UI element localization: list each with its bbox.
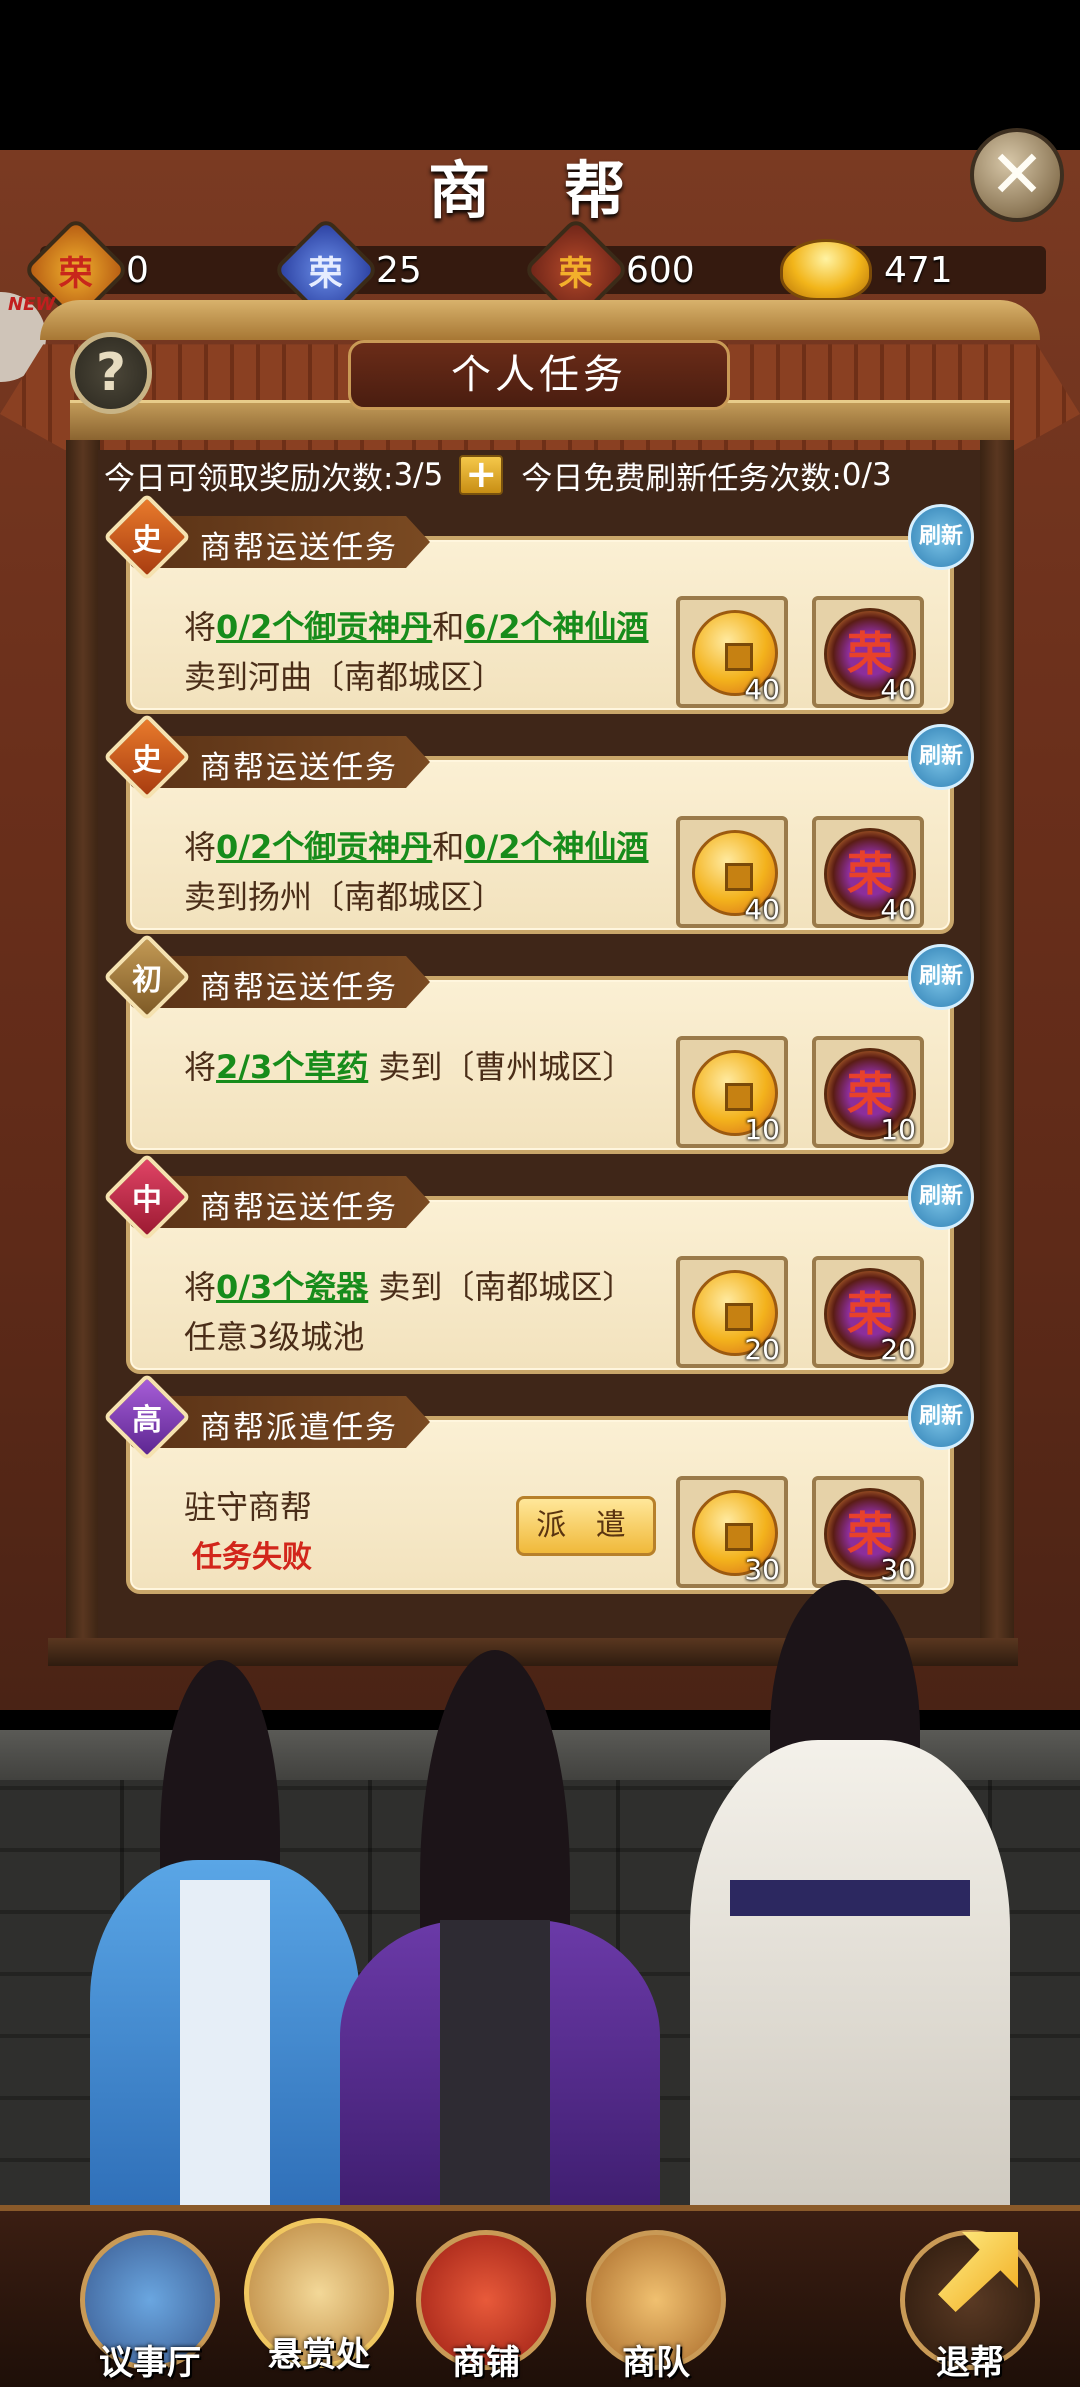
task-desc-line1: 将2/3个草药 卖到〔曹州城区〕 — [184, 1048, 635, 1086]
reward-coin[interactable]: 10 — [676, 1036, 788, 1148]
task-item-progress: 6/2个神仙酒 — [464, 608, 649, 646]
refresh-button[interactable]: 刷新 — [908, 504, 974, 570]
character-purple-robe — [320, 1620, 680, 2210]
task-desc-line1: 将0/3个瓷器 卖到〔南都城区〕 — [184, 1268, 635, 1306]
currency-value: 25 — [376, 249, 422, 291]
top-black-bar — [0, 0, 1080, 160]
reward-honor[interactable]: 荣 40 — [812, 596, 924, 708]
nav-bounty[interactable]: 悬赏处 — [244, 2218, 394, 2375]
task-item-progress: 0/3个瓷器 — [216, 1268, 369, 1306]
task-desc-line2: 任意3级城池 — [184, 1318, 365, 1356]
nav-label: 退帮 — [936, 2343, 1004, 2383]
roof-ridge — [40, 300, 1040, 340]
nav-leave-guild[interactable]: 退帮 — [900, 2230, 1040, 2383]
board-post-left — [66, 440, 100, 1640]
gold-ingot-icon — [780, 239, 872, 301]
board-post-right — [980, 440, 1014, 1640]
task-status-failed: 任务失败 — [192, 1540, 312, 1575]
refresh-button[interactable]: 刷新 — [908, 724, 974, 790]
nav-council-hall[interactable]: 议事厅 — [80, 2230, 220, 2383]
reward-honor[interactable]: 荣 20 — [812, 1256, 924, 1368]
reward-coin[interactable]: 20 — [676, 1256, 788, 1368]
character-white-robe — [680, 1560, 1020, 2210]
reward-honor[interactable]: 荣 10 — [812, 1036, 924, 1148]
currency-value: 471 — [884, 249, 953, 291]
refresh-button[interactable]: 刷新 — [908, 944, 974, 1010]
refresh-button[interactable]: 刷新 — [908, 1164, 974, 1230]
task-desc-line1: 将0/2个御贡神丹和6/2个神仙酒 — [184, 608, 649, 646]
add-reward-count-button[interactable]: + — [459, 455, 504, 495]
free-refresh-value: 0/3 — [841, 457, 892, 493]
task-item-progress: 0/2个神仙酒 — [464, 828, 649, 866]
nav-label: 商队 — [622, 2343, 690, 2383]
daily-info-row: 今日可领取奖励次数: 3/5 + 今日免费刷新任务次数: 0/3 — [104, 452, 974, 498]
dispatch-button[interactable]: 派 遣 — [516, 1496, 656, 1556]
reward-count: 10 — [744, 1113, 780, 1146]
task-item-progress: 2/3个草药 — [216, 1048, 369, 1086]
task-desc-line1: 将0/2个御贡神丹和0/2个神仙酒 — [184, 828, 649, 866]
task-item-progress: 0/2个御贡神丹 — [216, 608, 433, 646]
task-title: 商帮运送任务 — [200, 530, 398, 566]
tab-personal-tasks[interactable]: 个人任务 — [348, 340, 730, 410]
reward-count-label: 今日可领取奖励次数: — [104, 460, 394, 497]
reward-count: 10 — [880, 1113, 916, 1146]
currency-gold[interactable]: 471 — [780, 232, 953, 308]
free-refresh-label: 今日免费刷新任务次数: — [521, 460, 842, 497]
nav-label: 商铺 — [452, 2343, 520, 2383]
refresh-button[interactable]: 刷新 — [908, 1384, 974, 1450]
nav-label: 议事厅 — [99, 2343, 201, 2383]
task-title: 商帮运送任务 — [200, 750, 398, 786]
reward-coin[interactable]: 40 — [676, 816, 788, 928]
nav-caravan[interactable]: 商队 — [586, 2230, 726, 2383]
reward-count: 40 — [744, 673, 780, 706]
reward-count: 20 — [880, 1333, 916, 1366]
reward-honor[interactable]: 荣 40 — [812, 816, 924, 928]
task-desc-line1: 驻守商帮 — [184, 1488, 313, 1526]
news-label: NEW — [8, 294, 56, 315]
close-icon: ✕ — [989, 136, 1045, 213]
nav-label: 悬赏处 — [268, 2335, 370, 2375]
nav-shop[interactable]: 商铺 — [416, 2230, 556, 2383]
close-button[interactable]: ✕ — [970, 128, 1064, 222]
currency-value: 0 — [126, 249, 149, 291]
task-title: 商帮运送任务 — [200, 1190, 398, 1226]
help-button[interactable]: ? — [70, 332, 152, 414]
currency-honor-blue: 荣 25 — [272, 216, 422, 324]
reward-count: 40 — [744, 893, 780, 926]
reward-count-value: 3/5 — [393, 457, 444, 493]
task-title: 商帮运送任务 — [200, 970, 398, 1006]
task-card[interactable]: 史 商帮运送任务 刷新 将0/2个御贡神丹和0/2个神仙酒 卖到扬州〔南都城区〕… — [103, 713, 974, 934]
task-desc-line2: 卖到河曲〔南都城区〕 — [184, 658, 505, 696]
task-card[interactable]: 史 商帮运送任务 刷新 将0/2个御贡神丹和6/2个神仙酒 卖到河曲〔南都城区〕… — [103, 493, 974, 714]
task-item-progress: 0/2个御贡神丹 — [216, 828, 433, 866]
task-card[interactable]: 初 商帮运送任务 刷新 将2/3个草药 卖到〔曹州城区〕 10 荣 10 — [103, 933, 974, 1154]
task-card[interactable]: 中 商帮运送任务 刷新 将0/3个瓷器 卖到〔南都城区〕 任意3级城池 20 荣… — [103, 1153, 974, 1374]
reward-count: 40 — [880, 673, 916, 706]
reward-count: 40 — [880, 893, 916, 926]
reward-coin[interactable]: 40 — [676, 596, 788, 708]
task-title: 商帮派遣任务 — [200, 1410, 398, 1446]
reward-count: 20 — [744, 1333, 780, 1366]
currency-honor-purple: 荣 600 — [522, 216, 695, 324]
task-desc-line2: 卖到扬州〔南都城区〕 — [184, 878, 505, 916]
currency-value: 600 — [626, 249, 695, 291]
page-title: 商 帮 — [428, 154, 652, 227]
